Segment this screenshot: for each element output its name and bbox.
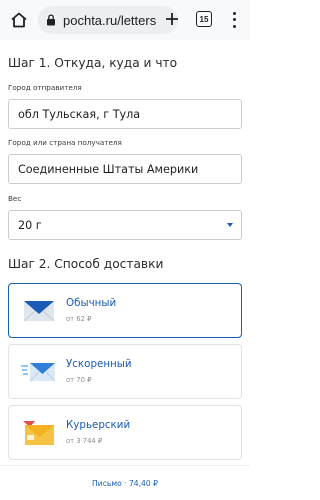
home-icon[interactable] xyxy=(8,9,30,31)
delivery-option-express[interactable]: Ускоренный от 70 ₽ xyxy=(8,344,242,399)
sender-city-label: Город отправителя xyxy=(8,83,82,92)
new-tab-icon[interactable] xyxy=(162,9,182,29)
delivery-option-name: Ускоренный xyxy=(66,358,132,370)
express-envelope-icon xyxy=(21,356,57,388)
delivery-option-courier[interactable]: Курьерский от 3 744 ₽ xyxy=(8,405,242,460)
plain-envelope-icon xyxy=(21,295,57,327)
overflow-menu-icon[interactable] xyxy=(229,10,239,30)
delivery-option-price: от 62 ₽ xyxy=(66,315,92,323)
tab-switcher-button[interactable]: 15 xyxy=(196,11,212,27)
delivery-option-price: от 3 744 ₽ xyxy=(66,437,103,445)
order-summary-bar[interactable]: Письмо · 74,40 ₽ xyxy=(0,465,250,500)
recipient-label: Город или страна получателя xyxy=(8,138,122,147)
browser-toolbar: pochta.ru/letters 15 xyxy=(0,0,250,40)
order-summary-text: Письмо · 74,40 ₽ xyxy=(92,478,158,488)
recipient-value: Соединенные Штаты Америки xyxy=(18,162,199,176)
lock-icon xyxy=(46,13,58,27)
delivery-option-price: от 70 ₽ xyxy=(66,376,92,384)
weight-label: Вес xyxy=(8,194,22,203)
url-text: pochta.ru/letters xyxy=(63,12,157,28)
step1-heading: Шаг 1. Откуда, куда и что xyxy=(8,56,178,70)
courier-envelope-icon xyxy=(21,417,57,449)
weight-select[interactable]: 20 г xyxy=(8,210,242,240)
step2-heading: Шаг 2. Способ доставки xyxy=(8,257,164,271)
delivery-option-ordinary[interactable]: Обычный от 62 ₽ xyxy=(8,283,242,338)
weight-value: 20 г xyxy=(18,218,42,232)
sender-city-input[interactable]: обл Тульская, г Тула xyxy=(8,99,242,129)
recipient-input[interactable]: Соединенные Штаты Америки xyxy=(8,154,242,184)
delivery-option-name: Курьерский xyxy=(66,419,131,431)
address-bar[interactable]: pochta.ru/letters xyxy=(38,6,178,34)
delivery-option-name: Обычный xyxy=(66,297,117,309)
sender-city-value: обл Тульская, г Тула xyxy=(18,107,141,121)
dropdown-caret-icon xyxy=(227,223,233,227)
